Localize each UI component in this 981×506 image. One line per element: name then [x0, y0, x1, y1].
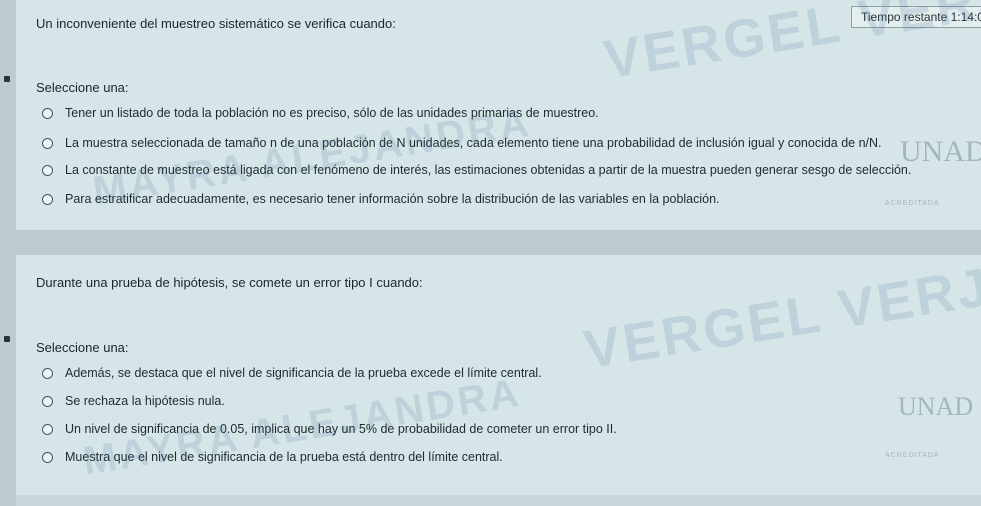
answer-option-a[interactable]: Además, se destaca que el nivel de signi… — [42, 366, 542, 380]
radio-button[interactable] — [42, 451, 53, 463]
question-flag-icon — [4, 76, 10, 82]
question-flag-icon — [4, 336, 10, 342]
question-prompt: Durante una prueba de hipótesis, se come… — [36, 275, 423, 290]
answer-text: Además, se destaca que el nivel de signi… — [65, 366, 542, 380]
time-remaining-box: Tiempo restante 1:14:0 — [851, 6, 981, 28]
radio-button[interactable] — [42, 107, 53, 119]
answer-option-c[interactable]: La constante de muestreo está ligada con… — [42, 163, 911, 177]
radio-button[interactable] — [42, 395, 53, 407]
answer-option-a[interactable]: Tener un listado de toda la población no… — [42, 106, 599, 120]
radio-button[interactable] — [42, 164, 53, 176]
question-card-2: Durante una prueba de hipótesis, se come… — [16, 255, 981, 495]
answer-option-d[interactable]: Muestra que el nivel de significancia de… — [42, 450, 503, 464]
timer-label: Tiempo restante — [861, 10, 948, 24]
answer-option-d[interactable]: Para estratificar adecuadamente, es nece… — [42, 192, 720, 206]
answer-text: Un nivel de significancia de 0.05, impli… — [65, 422, 617, 436]
radio-button[interactable] — [42, 423, 53, 435]
answer-text: Se rechaza la hipótesis nula. — [65, 394, 225, 408]
answer-text: Para estratificar adecuadamente, es nece… — [65, 192, 720, 206]
answer-text: La muestra seleccionada de tamaño n de u… — [65, 136, 882, 150]
question-prompt: Un inconveniente del muestreo sistemátic… — [36, 16, 396, 31]
answer-option-b[interactable]: La muestra seleccionada de tamaño n de u… — [42, 136, 882, 150]
radio-button[interactable] — [42, 367, 53, 379]
timer-value: 1:14:0 — [950, 10, 981, 24]
answer-text: La constante de muestreo está ligada con… — [65, 163, 912, 177]
select-one-label: Seleccione una: — [36, 340, 129, 355]
question-card-1: Un inconveniente del muestreo sistemátic… — [16, 0, 981, 230]
select-one-label: Seleccione una: — [36, 80, 129, 95]
answer-option-c[interactable]: Un nivel de significancia de 0.05, impli… — [42, 422, 617, 436]
answer-option-b[interactable]: Se rechaza la hipótesis nula. — [42, 394, 225, 408]
radio-button[interactable] — [42, 193, 53, 205]
radio-button[interactable] — [42, 137, 53, 149]
answer-text: Tener un listado de toda la población no… — [65, 106, 599, 120]
answer-text: Muestra que el nivel de significancia de… — [65, 450, 503, 464]
question-separator — [0, 230, 981, 255]
